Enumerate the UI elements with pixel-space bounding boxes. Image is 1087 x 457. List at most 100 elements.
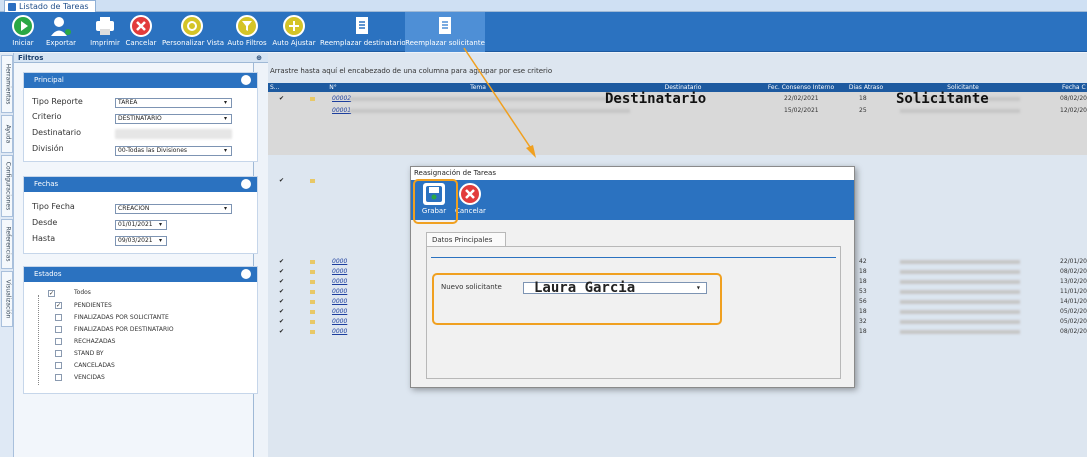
task-icon (310, 260, 315, 264)
task-number-link[interactable]: 0000 (332, 298, 347, 306)
task-icon (310, 179, 315, 183)
reemplazar-destinatario-button[interactable]: Reemplazar destinatario (320, 12, 406, 52)
redacted-solicitante (900, 290, 1020, 294)
row-checkbox[interactable]: ✔ (279, 178, 285, 184)
collapse-icon[interactable] (241, 269, 251, 279)
col-header-tema[interactable]: Tema (408, 83, 548, 92)
task-number-link[interactable]: 00002 (332, 95, 351, 103)
redacted-tema (350, 109, 630, 113)
estado-checkbox[interactable] (55, 350, 62, 357)
row-checkbox[interactable]: ✔ (279, 96, 285, 102)
hasta-date[interactable]: 09/03/2021 ▾ (115, 236, 167, 246)
estado-checkbox[interactable] (55, 314, 62, 321)
row-checkbox[interactable]: ✔ (279, 269, 285, 275)
sidetab-ayuda[interactable]: Ayuda (1, 115, 13, 153)
col-header-fec-consenso[interactable]: Fec. Consenso Interno (758, 83, 844, 92)
filter-icon (236, 15, 258, 37)
window-tab[interactable]: Listado de Tareas (4, 0, 96, 12)
imprimir-button[interactable]: Imprimir (90, 12, 120, 52)
chevron-down-icon: ▾ (224, 115, 228, 122)
division-select[interactable]: 00-Todas las Divisiones ▾ (115, 146, 232, 156)
criterio-select[interactable]: DESTINATARIO ▾ (115, 114, 232, 124)
task-number-link[interactable]: 0000 (332, 258, 347, 266)
redacted-tema (350, 97, 630, 101)
row-checkbox[interactable]: ✔ (279, 329, 285, 335)
close-icon (130, 15, 152, 37)
estado-checkbox[interactable] (55, 374, 62, 381)
col-header-num[interactable]: N° (318, 83, 348, 92)
task-number-link[interactable]: 0000 (332, 288, 347, 296)
estado-checkbox-todos[interactable]: ✓ (48, 290, 55, 297)
estado-checkbox[interactable] (55, 326, 62, 333)
view-settings-icon (181, 15, 203, 37)
printer-icon (94, 15, 116, 37)
pin-icon[interactable]: ⊕ (256, 53, 262, 63)
personalizar-vista-button[interactable]: Personalizar Vista (162, 12, 224, 52)
task-icon (310, 290, 315, 294)
estado-checkbox-pendientes[interactable]: ✓ (55, 302, 62, 309)
col-header-fecha[interactable]: Fecha C (1048, 83, 1087, 92)
auto-filtros-button[interactable]: Auto Filtros (227, 12, 267, 52)
annotation-solicitante: Solicitante (896, 91, 989, 107)
estado-checkbox[interactable] (55, 362, 62, 369)
auto-ajustar-button[interactable]: Auto Ajustar (271, 12, 317, 52)
task-icon (310, 300, 315, 304)
row-checkbox[interactable]: ✔ (279, 289, 285, 295)
division-label: División (32, 144, 64, 153)
task-icon (310, 270, 315, 274)
task-number-link[interactable]: 0000 (332, 308, 347, 316)
list-icon (8, 3, 16, 11)
dias-atraso: 25 (859, 107, 867, 114)
row-checkbox[interactable]: ✔ (279, 279, 285, 285)
redacted-solicitante (900, 320, 1020, 324)
estado-checkbox[interactable] (55, 338, 62, 345)
tree-line (38, 295, 39, 385)
task-icon (310, 320, 315, 324)
panel-estados-header[interactable]: Estados (24, 267, 257, 282)
redacted-solicitante (900, 310, 1020, 314)
row-checkbox[interactable]: ✔ (279, 319, 285, 325)
tipo-fecha-select[interactable]: CREACION ▾ (115, 204, 232, 214)
task-number-link[interactable]: 0000 (332, 278, 347, 286)
chevron-down-icon: ▾ (159, 237, 163, 244)
desde-label: Desde (32, 218, 58, 227)
dias-atraso: 56 (859, 298, 867, 305)
tab-datos-principales[interactable]: Datos Principales (426, 232, 506, 246)
panel-principal-header[interactable]: Principal (24, 73, 257, 88)
dialog-toolbar: Grabar Cancelar (411, 180, 854, 220)
collapse-icon[interactable] (241, 179, 251, 189)
chevron-down-icon: ▾ (224, 99, 228, 106)
dialog-cancelar-button[interactable]: Cancelar (455, 180, 486, 220)
row-checkbox[interactable]: ✔ (279, 299, 285, 305)
cancelar-button[interactable]: Cancelar (124, 12, 158, 52)
dias-atraso: 18 (859, 95, 867, 102)
col-header-s[interactable]: S... (270, 83, 290, 92)
collapse-icon[interactable] (241, 75, 251, 85)
row-checkbox[interactable]: ✔ (279, 309, 285, 315)
task-number-link[interactable]: 0000 (332, 268, 347, 276)
chevron-down-icon: ▾ (224, 147, 228, 154)
exportar-button[interactable]: Exportar (42, 12, 80, 52)
iniciar-button[interactable]: Iniciar (8, 12, 38, 52)
task-number-link[interactable]: 0000 (332, 318, 347, 326)
tipo-reporte-select[interactable]: TAREA ▾ (115, 98, 232, 108)
tipo-fecha-label: Tipo Fecha (32, 202, 75, 211)
redacted-solicitante (900, 109, 1020, 113)
window-tab-label: Listado de Tareas (19, 2, 89, 11)
fecha: 14/01/202 (1060, 298, 1087, 305)
fecha: 12/02/202 (1060, 107, 1087, 114)
col-header-dias-atraso[interactable]: Dias Atraso (844, 83, 888, 92)
task-number-link[interactable]: 00001 (332, 107, 351, 115)
row-checkbox[interactable]: ✔ (279, 259, 285, 265)
task-number-link[interactable]: 0000 (332, 328, 347, 336)
table-row[interactable]: 00001 15/02/2021 25 12/02/202 (268, 107, 1087, 115)
estado-label: Todos (74, 289, 91, 296)
desde-date[interactable]: 01/01/2021 ▾ (115, 220, 167, 230)
sidetab-configuraciones[interactable]: Configuraciones (1, 155, 13, 217)
panel-fechas-header[interactable]: Fechas (24, 177, 257, 192)
dias-atraso: 32 (859, 318, 867, 325)
reemplazar-solicitante-button[interactable]: Reemplazar solicitante (405, 12, 485, 52)
sidetab-referencias[interactable]: Referencias (1, 219, 13, 269)
sidetab-visualizacion[interactable]: Visualización (1, 271, 13, 327)
destinatario-field[interactable] (115, 129, 232, 139)
